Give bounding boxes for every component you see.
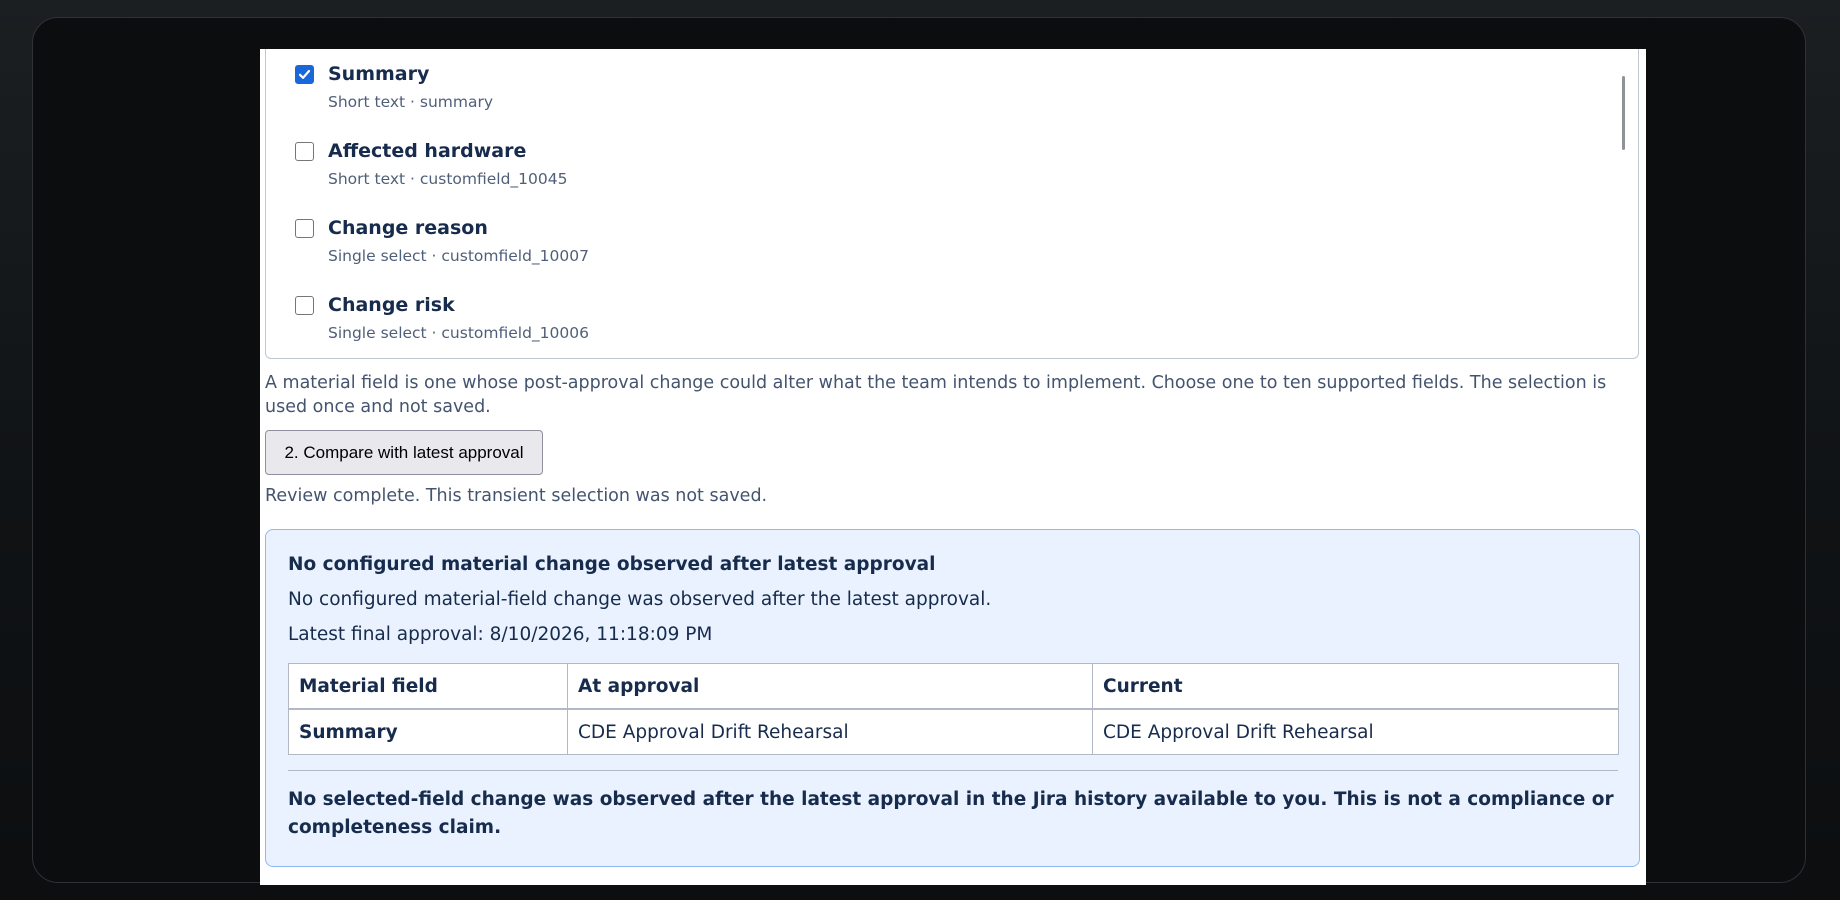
latest-approval-timestamp: Latest final approval: 8/10/2026, 11:18:… xyxy=(288,624,713,645)
divider xyxy=(288,770,1618,771)
table-row: Summary CDE Approval Drift Rehearsal CDE… xyxy=(288,708,1619,755)
result-title: No configured material change observed a… xyxy=(288,554,936,575)
material-field-help-text: A material field is one whose post-appro… xyxy=(265,373,1607,417)
field-name: Change risk xyxy=(328,294,455,316)
column-header: Current xyxy=(1092,663,1619,710)
field-meta: Short text · customfield_10045 xyxy=(328,170,568,188)
checkmark-icon xyxy=(298,69,311,79)
material-field-table: Material field At approval Current Summa… xyxy=(288,663,1619,755)
column-header: At approval xyxy=(567,663,1093,710)
table-header-row: Material field At approval Current xyxy=(288,663,1619,710)
review-panel: Summary Short text · summary Affected ha… xyxy=(260,49,1646,885)
material-field-cell: Summary xyxy=(288,708,568,755)
field-name: Summary xyxy=(328,63,430,85)
app-window: Summary Short text · summary Affected ha… xyxy=(32,17,1806,885)
result-message: No configured material-field change was … xyxy=(288,589,992,610)
material-field-list[interactable]: Summary Short text · summary Affected ha… xyxy=(265,49,1639,359)
field-meta: Single select · customfield_10006 xyxy=(328,324,589,342)
field-meta: Single select · customfield_10007 xyxy=(328,247,589,265)
result-card: No configured material change observed a… xyxy=(265,529,1640,867)
field-checkbox-affected-hardware[interactable] xyxy=(295,142,314,161)
result-disclaimer: No selected-field change was observed af… xyxy=(288,789,1614,838)
compare-with-latest-approval-button[interactable]: 2. Compare with latest approval xyxy=(265,430,543,475)
field-name: Affected hardware xyxy=(328,140,527,162)
field-name: Change reason xyxy=(328,217,488,239)
field-checkbox-change-risk[interactable] xyxy=(295,296,314,315)
field-meta: Short text · summary xyxy=(328,93,494,111)
review-status-text: Review complete. This transient selectio… xyxy=(265,486,768,506)
field-list-scrollbar[interactable] xyxy=(1622,76,1625,150)
at-approval-cell: CDE Approval Drift Rehearsal xyxy=(567,708,1093,755)
column-header: Material field xyxy=(288,663,568,710)
current-value-cell: CDE Approval Drift Rehearsal xyxy=(1092,708,1619,755)
field-checkbox-summary[interactable] xyxy=(295,65,314,84)
field-checkbox-change-reason[interactable] xyxy=(295,219,314,238)
